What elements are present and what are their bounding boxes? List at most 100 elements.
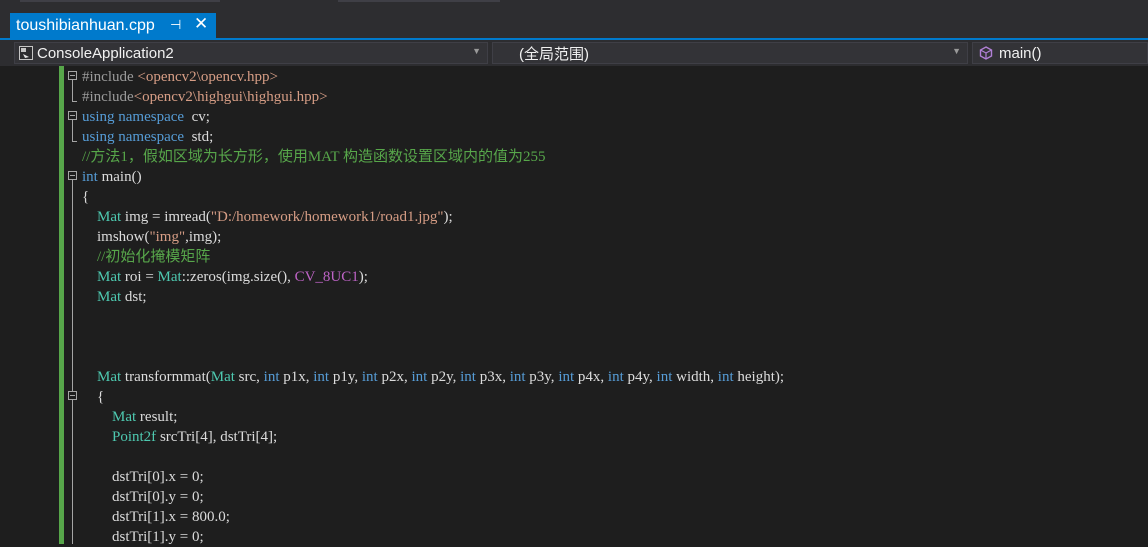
code-token: dstTri[0].x = 0;: [82, 469, 204, 485]
code-token: int: [656, 369, 673, 385]
code-line[interactable]: dstTri[1].x = 800.0;: [0, 507, 1148, 527]
code-token: int: [607, 369, 624, 385]
code-line[interactable]: dstTri[0].y = 0;: [0, 487, 1148, 507]
code-text: int main(): [82, 168, 142, 186]
member-name: main(): [999, 44, 1042, 62]
code-token: );: [443, 209, 453, 225]
code-line[interactable]: {: [0, 187, 1148, 207]
code-line[interactable]: using namespace std;: [0, 127, 1148, 147]
code-token: p1y,: [329, 369, 362, 385]
code-editor[interactable]: #include <opencv2\opencv.hpp> #include<op…: [0, 66, 1148, 547]
code-token: "D:/homework/homework1/road1.jpg": [210, 209, 444, 225]
code-text: dstTri[1].x = 800.0;: [82, 508, 230, 526]
code-token: dst;: [121, 289, 147, 305]
code-line[interactable]: [0, 307, 1148, 327]
code-token: int: [411, 369, 428, 385]
code-token: //方法1，假如区域为长方形，使用MAT 构造函数设置区域内的值为255: [82, 149, 546, 165]
code-text: {: [82, 188, 89, 206]
code-token: cv;: [184, 109, 210, 125]
code-line[interactable]: dstTri[1].y = 0;: [0, 527, 1148, 547]
console-app-icon: [19, 46, 33, 60]
code-token: <opencv2\opencv.hpp>: [137, 69, 278, 85]
code-token: Mat: [82, 289, 122, 305]
menu-edge: [20, 0, 220, 2]
code-token: Mat: [82, 409, 137, 425]
scope-label: (全局范围): [519, 45, 589, 63]
project-dropdown[interactable]: ConsoleApplication2 ▼: [14, 42, 488, 64]
close-icon[interactable]: ✕: [194, 14, 208, 34]
code-token: ::zeros(img.size(),: [181, 269, 295, 285]
code-text: #include<opencv2\highgui\highgui.hpp>: [82, 88, 328, 106]
code-line[interactable]: Mat img = imread("D:/homework/homework1/…: [0, 207, 1148, 227]
code-token: p1x,: [279, 369, 314, 385]
code-line[interactable]: [0, 327, 1148, 347]
code-text: dstTri[0].y = 0;: [82, 488, 204, 506]
code-text: Mat roi = Mat::zeros(img.size(), CV_8UC1…: [82, 268, 368, 286]
code-text: #include <opencv2\opencv.hpp>: [82, 68, 278, 86]
code-token: int: [717, 369, 734, 385]
code-line[interactable]: [0, 447, 1148, 467]
code-token: Mat: [210, 369, 235, 385]
code-token: transformmat(: [121, 369, 211, 385]
code-token: p3x,: [475, 369, 510, 385]
member-dropdown[interactable]: main(): [972, 42, 1148, 64]
code-token: p4y,: [623, 369, 657, 385]
code-line[interactable]: #include <opencv2\opencv.hpp>: [0, 67, 1148, 87]
code-text: {: [82, 388, 104, 406]
code-text: Mat transformmat(Mat src, int p1x, int p…: [82, 368, 784, 386]
code-token: p3y,: [525, 369, 559, 385]
code-token: Mat: [157, 269, 182, 285]
code-line[interactable]: #include<opencv2\highgui\highgui.hpp>: [0, 87, 1148, 107]
code-token: height);: [733, 369, 785, 385]
code-line[interactable]: Mat roi = Mat::zeros(img.size(), CV_8UC1…: [0, 267, 1148, 287]
code-token: src,: [234, 369, 264, 385]
code-text: Mat img = imread("D:/homework/homework1/…: [82, 208, 453, 226]
code-token: "img": [149, 229, 186, 245]
code-text: Point2f srcTri[4], dstTri[4];: [82, 428, 277, 446]
code-token: std;: [184, 129, 214, 145]
scope-dropdown[interactable]: (全局范围) ▼: [492, 42, 968, 64]
pin-icon[interactable]: ⊣: [170, 17, 181, 33]
navigation-bar: ConsoleApplication2 ▼ (全局范围) ▼ main(): [0, 40, 1148, 66]
code-text: //初始化掩模矩阵: [82, 248, 210, 266]
chevron-down-icon: ▼: [472, 46, 481, 56]
code-token: int: [361, 369, 378, 385]
chevron-down-icon: ▼: [952, 46, 961, 56]
code-line[interactable]: int main(): [0, 167, 1148, 187]
code-line[interactable]: [0, 347, 1148, 367]
code-line[interactable]: imshow("img",img);: [0, 227, 1148, 247]
code-token: p4x,: [574, 369, 608, 385]
code-line[interactable]: using namespace cv;: [0, 107, 1148, 127]
code-line[interactable]: Mat result;: [0, 407, 1148, 427]
menu-edge: [338, 0, 500, 2]
method-cube-icon: [979, 46, 993, 60]
code-token: Mat: [82, 269, 122, 285]
code-token: int: [313, 369, 330, 385]
code-token: );: [358, 269, 368, 285]
code-token: p2y,: [427, 369, 461, 385]
code-line[interactable]: //初始化掩模矩阵: [0, 247, 1148, 267]
code-line[interactable]: //方法1，假如区域为长方形，使用MAT 构造函数设置区域内的值为255: [0, 147, 1148, 167]
code-line[interactable]: Mat transformmat(Mat src, int p1x, int p…: [0, 367, 1148, 387]
code-token: img = imread(: [121, 209, 211, 225]
code-line[interactable]: Mat dst;: [0, 287, 1148, 307]
code-token: Point2f: [82, 429, 157, 445]
code-token: imshow(: [82, 229, 150, 245]
code-token: {: [82, 189, 90, 205]
tab-document[interactable]: toushibianhuan.cpp ⊣ ✕: [10, 13, 216, 38]
code-token: //初始化掩模矩阵: [82, 249, 211, 265]
code-token: #include: [82, 89, 134, 105]
code-text: Mat dst;: [82, 288, 147, 306]
code-token: int: [263, 369, 280, 385]
code-token: dstTri[1].x = 800.0;: [82, 509, 230, 525]
code-token: int: [558, 369, 575, 385]
code-token: int: [509, 369, 526, 385]
code-line[interactable]: dstTri[0].x = 0;: [0, 467, 1148, 487]
code-token: using namespace: [82, 129, 185, 145]
code-token: <opencv2\highgui\highgui.hpp>: [133, 89, 328, 105]
code-line[interactable]: {: [0, 387, 1148, 407]
code-token: {: [82, 389, 105, 405]
tab-title: toushibianhuan.cpp: [16, 16, 155, 34]
code-token: #include: [82, 69, 138, 85]
code-line[interactable]: Point2f srcTri[4], dstTri[4];: [0, 427, 1148, 447]
